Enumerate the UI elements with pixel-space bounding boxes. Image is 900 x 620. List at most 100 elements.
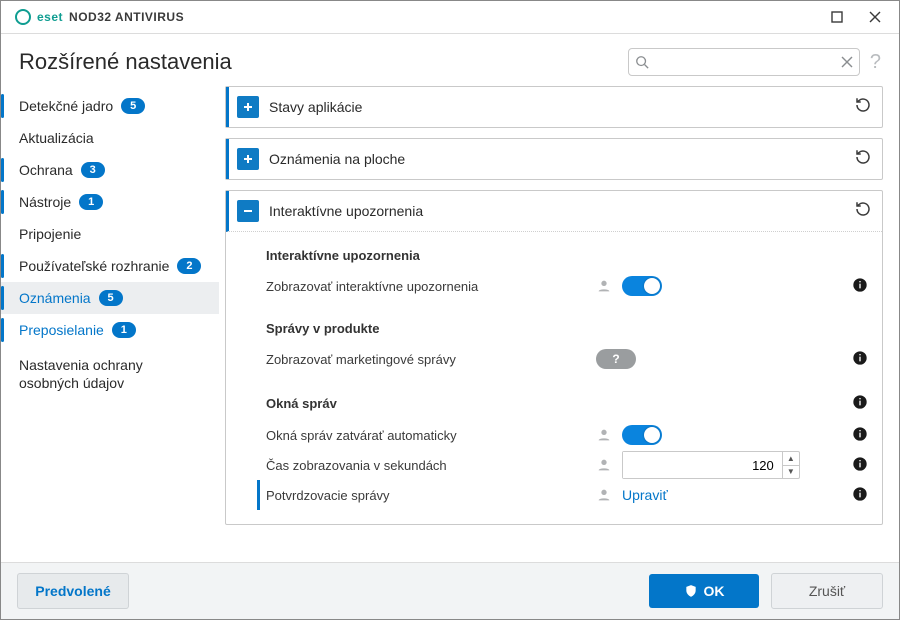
- row-show-interactive-alerts: Zobrazovať interaktívne upozornenia: [257, 271, 868, 301]
- sidebar-item-label: Nástroje: [19, 194, 71, 210]
- titlebar: eset NOD32 ANTIVIRUS: [1, 1, 899, 34]
- row-label: Zobrazovať interaktívne upozornenia: [266, 279, 586, 294]
- user-scope-icon: [596, 457, 612, 473]
- panel-title: Interaktívne upozornenia: [269, 203, 423, 219]
- row-display-time-seconds: Čas zobrazovania v sekundách ▲ ▼: [257, 450, 868, 480]
- sidebar-item-pripojenie[interactable]: Pripojenie: [1, 218, 219, 250]
- info-button[interactable]: [852, 350, 868, 369]
- row-show-marketing-msgs: Zobrazovať marketingové správy ?: [257, 344, 868, 374]
- app-logo: eset NOD32 ANTIVIRUS: [15, 9, 184, 25]
- panel-header-interactive-alerts[interactable]: Interaktívne upozornenia: [226, 191, 882, 232]
- window-maximize-button[interactable]: [819, 3, 855, 31]
- revert-button[interactable]: [854, 96, 872, 119]
- sidebar-item-label: Používateľské rozhranie: [19, 258, 169, 274]
- row-label: Zobrazovať marketingové správy: [266, 352, 586, 367]
- sidebar-badge: 2: [177, 258, 201, 274]
- help-button[interactable]: ?: [870, 51, 881, 74]
- toggle-autoclose-message-windows[interactable]: [622, 425, 662, 445]
- row-autoclose-message-windows: Okná správ zatvárať automaticky: [257, 420, 868, 450]
- sidebar-item-label: Oznámenia: [19, 290, 91, 306]
- sidebar-item-nastroje[interactable]: Nástroje 1: [1, 186, 219, 218]
- edit-confirmation-messages-link[interactable]: Upraviť: [622, 487, 668, 503]
- eset-logo-icon: [15, 9, 31, 25]
- sidebar-badge: 3: [81, 162, 105, 178]
- sidebar-item-detekcne-jadro[interactable]: Detekčné jadro 5: [1, 90, 219, 122]
- expand-icon: [237, 148, 259, 170]
- revert-button[interactable]: [854, 200, 872, 223]
- user-scope-icon: [596, 487, 612, 503]
- button-label: Zrušiť: [809, 583, 845, 599]
- search-input[interactable]: [655, 54, 835, 71]
- sidebar-item-label: Detekčné jadro: [19, 98, 113, 114]
- panel-title: Oznámenia na ploche: [269, 151, 405, 167]
- stepper-up[interactable]: ▲: [783, 452, 799, 466]
- row-confirmation-messages: Potvrdzovacie správy Upraviť: [257, 480, 868, 510]
- shield-icon: [684, 584, 698, 598]
- sidebar-badge: 1: [79, 194, 103, 210]
- toggle-show-interactive-alerts[interactable]: [622, 276, 662, 296]
- panel-desktop-notifications: Oznámenia na ploche: [225, 138, 883, 180]
- panel-title: Stavy aplikácie: [269, 99, 362, 115]
- info-button[interactable]: [852, 277, 868, 296]
- panel-header-desktop-notifications[interactable]: Oznámenia na ploche: [226, 139, 882, 179]
- display-time-input[interactable]: [623, 452, 782, 478]
- close-icon: [869, 11, 881, 23]
- revert-icon: [854, 200, 872, 218]
- sidebar-item-label: Pripojenie: [19, 226, 81, 242]
- expand-icon: [237, 96, 259, 118]
- revert-button[interactable]: [854, 148, 872, 171]
- info-button[interactable]: [852, 486, 868, 505]
- panel-header-app-states[interactable]: Stavy aplikácie: [226, 87, 882, 127]
- info-icon: [852, 350, 868, 366]
- info-button[interactable]: [852, 394, 868, 413]
- section-title-interactive: Interaktívne upozornenia: [266, 248, 868, 263]
- sidebar-item-pouzivatelske-rozhranie[interactable]: Používateľské rozhranie 2: [1, 250, 219, 282]
- section-title-message-windows: Okná správ: [266, 396, 337, 411]
- info-icon: [852, 456, 868, 472]
- button-label: Predvolené: [35, 583, 110, 599]
- brand-left: eset: [37, 10, 63, 24]
- revert-icon: [854, 96, 872, 114]
- search-icon: [635, 55, 649, 69]
- info-icon: [852, 486, 868, 502]
- panel-app-states: Stavy aplikácie: [225, 86, 883, 128]
- stepper-down[interactable]: ▼: [783, 466, 799, 479]
- user-scope-icon: [596, 278, 612, 294]
- sidebar: Detekčné jadro 5 Aktualizácia Ochrana 3 …: [1, 84, 219, 562]
- section-title-row-message-windows: Okná správ: [257, 388, 868, 418]
- search-box[interactable]: [628, 48, 860, 76]
- collapse-icon: [237, 200, 259, 222]
- brand-right: NOD32 ANTIVIRUS: [69, 10, 184, 24]
- revert-icon: [854, 148, 872, 166]
- sidebar-badge: 5: [121, 98, 145, 114]
- row-label: Potvrdzovacie správy: [266, 488, 586, 503]
- sidebar-item-ochrana[interactable]: Ochrana 3: [1, 154, 219, 186]
- panel-body-interactive-alerts: Interaktívne upozornenia Zobrazovať inte…: [226, 232, 882, 524]
- ok-button[interactable]: OK: [649, 574, 759, 608]
- app-window: eset NOD32 ANTIVIRUS Rozšírené nastaveni…: [0, 0, 900, 620]
- footer: Predvolené OK Zrušiť: [1, 562, 899, 619]
- window-close-button[interactable]: [857, 3, 893, 31]
- sidebar-item-label: Aktualizácia: [19, 130, 94, 146]
- main: Detekčné jadro 5 Aktualizácia Ochrana 3 …: [1, 84, 899, 562]
- info-button[interactable]: [852, 456, 868, 475]
- sidebar-badge: 5: [99, 290, 123, 306]
- sidebar-badge: 1: [112, 322, 136, 338]
- defaults-button[interactable]: Predvolené: [17, 573, 129, 609]
- page-title: Rozšírené nastavenia: [19, 49, 232, 75]
- sidebar-item-preposielanie[interactable]: Preposielanie 1: [1, 314, 219, 346]
- row-label: Čas zobrazovania v sekundách: [266, 458, 586, 473]
- sidebar-item-aktualizacia[interactable]: Aktualizácia: [1, 122, 219, 154]
- sidebar-item-oznamenia[interactable]: Oznámenia 5: [1, 282, 219, 314]
- row-label: Okná správ zatvárať automaticky: [266, 428, 586, 443]
- clear-search-icon[interactable]: [841, 56, 853, 68]
- toggle-show-marketing-msgs-locked[interactable]: ?: [596, 349, 636, 369]
- panel-interactive-alerts: Interaktívne upozornenia Interaktívne up…: [225, 190, 883, 525]
- sidebar-item-privacy[interactable]: Nastavenia ochrany osobných údajov: [1, 346, 219, 400]
- maximize-icon: [831, 11, 843, 23]
- info-button[interactable]: [852, 426, 868, 445]
- display-time-stepper[interactable]: ▲ ▼: [622, 451, 800, 479]
- cancel-button[interactable]: Zrušiť: [771, 573, 883, 609]
- content: Stavy aplikácie Oznámenia na ploche: [219, 84, 899, 562]
- info-icon: [852, 394, 868, 410]
